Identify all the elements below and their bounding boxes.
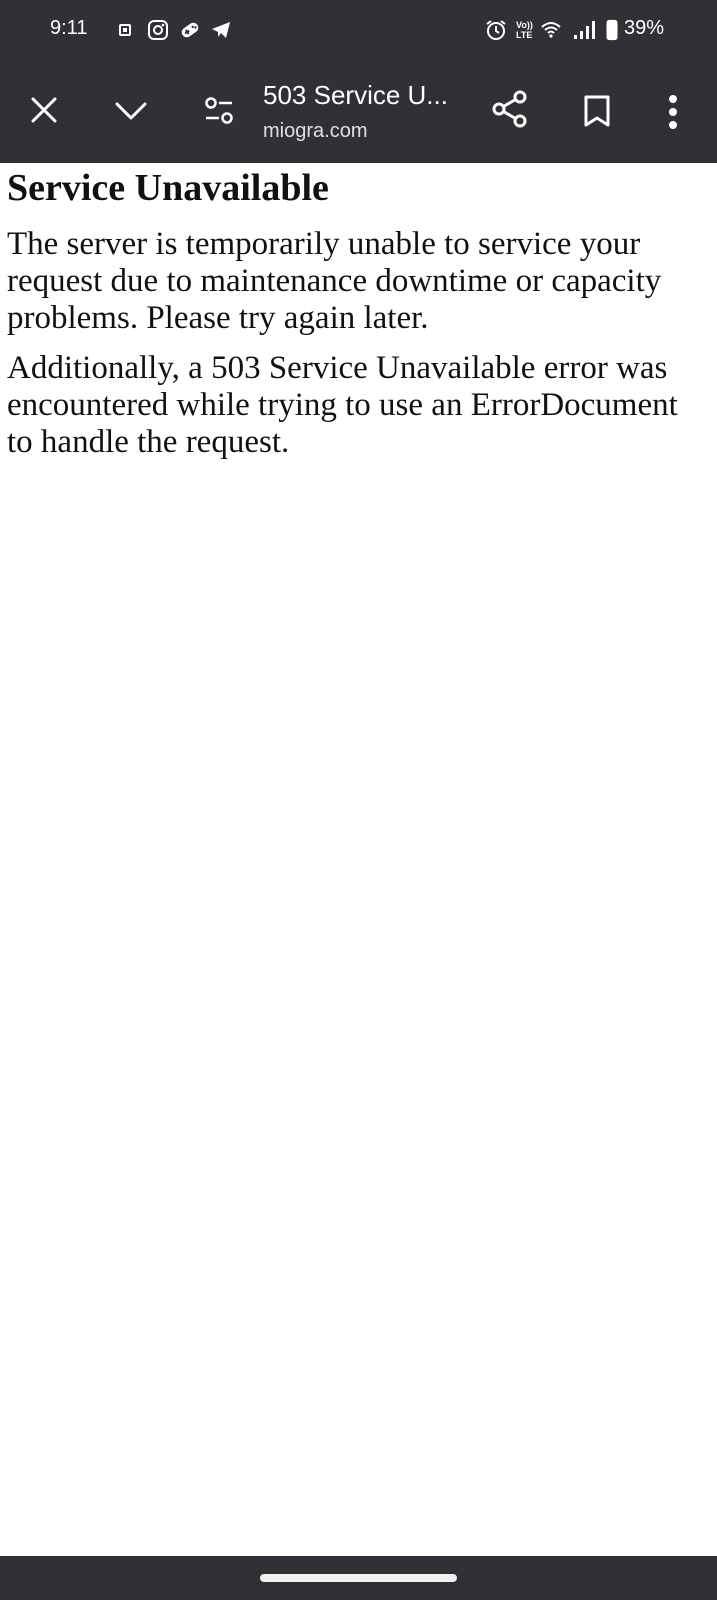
wifi-icon	[541, 22, 561, 38]
page-info-icon[interactable]	[204, 96, 234, 126]
share-icon[interactable]	[491, 90, 529, 128]
navigation-bar	[0, 1556, 717, 1600]
signal-icon	[574, 21, 595, 39]
game-controller-icon	[181, 22, 199, 38]
bookmark-icon[interactable]	[583, 94, 611, 128]
battery-icon	[606, 19, 618, 41]
svg-text:LTE: LTE	[516, 30, 532, 40]
page-url[interactable]: miogra.com	[263, 120, 367, 143]
alarm-icon	[486, 20, 506, 40]
page-content: Service Unavailable The server is tempor…	[7, 163, 707, 474]
home-gesture-handle[interactable]	[260, 1574, 457, 1582]
instagram-icon	[148, 20, 168, 40]
error-document-message: Additionally, a 503 Service Unavailable …	[7, 350, 678, 460]
page-title[interactable]: 503 Service U...	[263, 80, 468, 111]
status-bar: 9:11 Vo)) LTE 39%	[0, 0, 717, 58]
more-options-icon[interactable]	[666, 94, 680, 130]
notification-icon	[119, 24, 131, 36]
battery-percent: 39%	[624, 17, 665, 39]
browser-toolbar: 503 Service U... miogra.com	[0, 58, 717, 163]
chevron-down-icon[interactable]	[114, 100, 148, 122]
status-time: 9:11	[50, 17, 88, 39]
error-heading: Service Unavailable	[7, 167, 329, 209]
error-message: The server is temporarily unable to serv…	[7, 226, 662, 336]
svg-text:Vo)): Vo))	[516, 20, 533, 30]
close-icon[interactable]	[30, 96, 58, 124]
telegram-icon	[212, 22, 230, 38]
volte-icon: Vo)) LTE	[516, 20, 533, 40]
